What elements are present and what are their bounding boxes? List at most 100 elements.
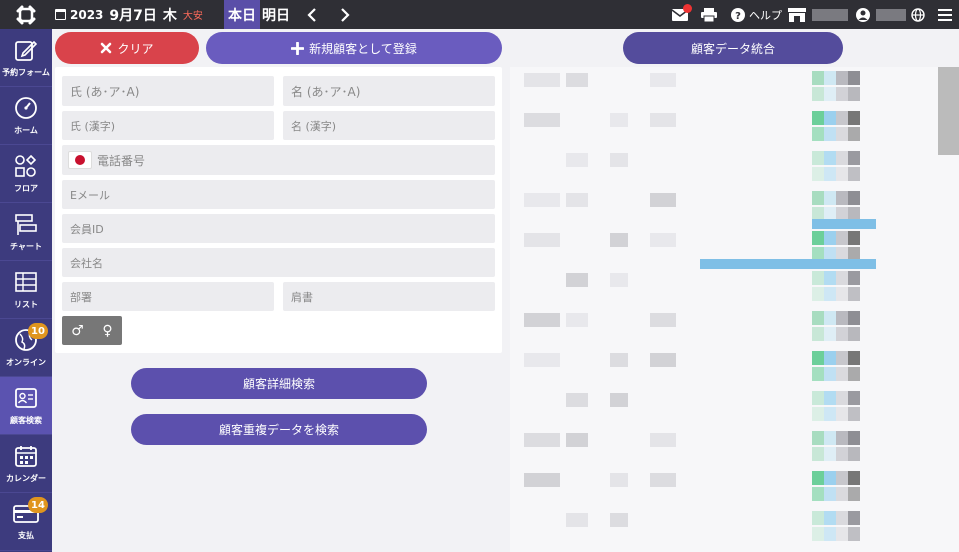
job-title-input[interactable]: 肩書: [283, 282, 495, 311]
list-item[interactable]: [510, 389, 940, 429]
date-month-day: 9月7日: [109, 7, 157, 24]
payment-count-badge: 14: [28, 497, 48, 513]
store-name-redacted: [812, 8, 848, 21]
sidebar-label: ホーム: [14, 125, 38, 135]
sidebar-label: 顧客検索: [10, 415, 42, 425]
list-item[interactable]: [510, 349, 940, 389]
edit-icon: [15, 40, 38, 61]
sidebar-item-list[interactable]: リスト: [0, 261, 52, 319]
prev-day-button[interactable]: [302, 0, 322, 29]
last-name-kana-input[interactable]: 氏 (あ･ア･A): [62, 76, 274, 106]
floor-icon: [15, 154, 37, 177]
customer-card-icon: [15, 387, 37, 408]
chevron-left-icon: [307, 7, 316, 22]
list-item[interactable]: [510, 189, 940, 229]
next-day-button[interactable]: [335, 0, 355, 29]
sidebar-label: カレンダー: [6, 473, 46, 483]
app-logo-icon[interactable]: [0, 0, 52, 29]
sidebar-item-home[interactable]: ホーム: [0, 87, 52, 145]
user-menu[interactable]: [856, 0, 906, 29]
clear-button-label: クリア: [117, 41, 154, 56]
phone-number-input[interactable]: 電話番号: [62, 145, 495, 175]
sidebar-label: オンライン: [6, 357, 46, 367]
user-name-redacted: [876, 8, 906, 21]
plus-icon: [291, 41, 305, 55]
detail-search-button[interactable]: 顧客詳細検索: [131, 368, 427, 399]
list-item[interactable]: [510, 69, 940, 109]
user-icon: [856, 7, 870, 22]
merge-customer-data-button[interactable]: 顧客データ統合: [623, 32, 843, 64]
list-item[interactable]: [510, 109, 940, 149]
gender-toggle: ♂ ♀: [62, 316, 122, 345]
sidebar-item-floor[interactable]: フロア: [0, 145, 52, 203]
japan-flag-icon[interactable]: [68, 151, 92, 169]
list-item[interactable]: [510, 269, 940, 309]
phone-placeholder: 電話番号: [97, 153, 146, 168]
svg-text:?: ?: [735, 11, 741, 22]
chart-icon: [15, 213, 37, 235]
sidebar-label: フロア: [14, 183, 38, 193]
sidebar: 予約フォーム ホーム フロア チャート リスト オンライン 10 顧客検索 カレ…: [0, 29, 52, 552]
store-icon: [788, 7, 806, 22]
duplicate-search-label: 顧客重複データを検索: [218, 423, 339, 437]
member-id-input[interactable]: 会員ID: [62, 214, 495, 243]
help-label: ヘルプ: [749, 8, 782, 22]
help-button[interactable]: ? ヘルプ: [731, 0, 782, 29]
sidebar-label: 支払: [18, 530, 34, 540]
gauge-icon: [15, 96, 37, 119]
sidebar-item-online[interactable]: オンライン 10: [0, 319, 52, 377]
list-item[interactable]: [510, 149, 940, 189]
globe-icon: [911, 7, 925, 22]
email-input[interactable]: Eメール: [62, 180, 495, 209]
top-bar: 2023 9月7日 木 大安 本日 明日 ? ヘルプ: [0, 0, 959, 29]
sidebar-item-customer-search[interactable]: 顧客検索: [0, 377, 52, 435]
company-name-input[interactable]: 会社名: [62, 248, 495, 277]
male-button[interactable]: ♂: [71, 323, 84, 339]
scrollbar[interactable]: [938, 67, 959, 155]
list-item[interactable]: [510, 469, 940, 509]
duplicate-search-button[interactable]: 顧客重複データを検索: [131, 414, 427, 445]
store-selector[interactable]: [788, 0, 848, 29]
clear-button[interactable]: クリア: [55, 32, 199, 64]
merge-button-label: 顧客データ統合: [690, 41, 775, 56]
date-weekday: 木: [162, 7, 177, 24]
customer-list-redacted[interactable]: [510, 67, 959, 552]
chevron-right-icon: [341, 7, 350, 22]
list-item[interactable]: [510, 309, 940, 349]
date-display[interactable]: 2023 9月7日 木 大安: [55, 0, 203, 29]
hamburger-icon: [938, 8, 952, 21]
list-item[interactable]: [510, 429, 940, 469]
sidebar-item-chart[interactable]: チャート: [0, 203, 52, 261]
register-button-label: 新規顧客として登録: [309, 41, 417, 56]
female-button[interactable]: ♀: [102, 323, 112, 339]
calendar-icon: [55, 9, 66, 20]
first-name-kana-input[interactable]: 名 (あ･ア･A): [283, 76, 495, 106]
register-new-customer-button[interactable]: 新規顧客として登録: [206, 32, 502, 64]
print-button[interactable]: [701, 0, 717, 29]
sidebar-label: リスト: [14, 299, 38, 309]
list-item[interactable]: [510, 509, 940, 549]
printer-icon: [701, 7, 717, 22]
calendar-icon: [15, 445, 37, 467]
sidebar-item-reservation-form[interactable]: 予約フォーム: [0, 29, 52, 87]
mail-badge: [683, 4, 692, 13]
language-button[interactable]: [911, 0, 925, 29]
tomorrow-button[interactable]: 明日: [262, 0, 290, 29]
list-icon: [15, 271, 37, 292]
last-name-kanji-input[interactable]: 氏 (漢字): [62, 111, 274, 140]
sidebar-item-payment[interactable]: 支払 14: [0, 493, 52, 551]
question-circle-icon: ?: [731, 7, 745, 22]
list-item[interactable]: [510, 229, 940, 269]
date-year: 2023: [70, 7, 104, 22]
close-icon: [101, 42, 112, 54]
sidebar-label: チャート: [10, 241, 42, 251]
department-input[interactable]: 部署: [62, 282, 274, 311]
today-button[interactable]: 本日: [224, 0, 260, 29]
first-name-kanji-input[interactable]: 名 (漢字): [283, 111, 495, 140]
detail-search-label: 顧客詳細検索: [242, 377, 315, 391]
sidebar-label: 予約フォーム: [2, 67, 50, 77]
online-count-badge: 10: [28, 323, 48, 339]
date-rokuyo: 大安: [182, 11, 203, 22]
hamburger-menu-button[interactable]: [938, 0, 952, 29]
sidebar-item-calendar[interactable]: カレンダー: [0, 435, 52, 493]
